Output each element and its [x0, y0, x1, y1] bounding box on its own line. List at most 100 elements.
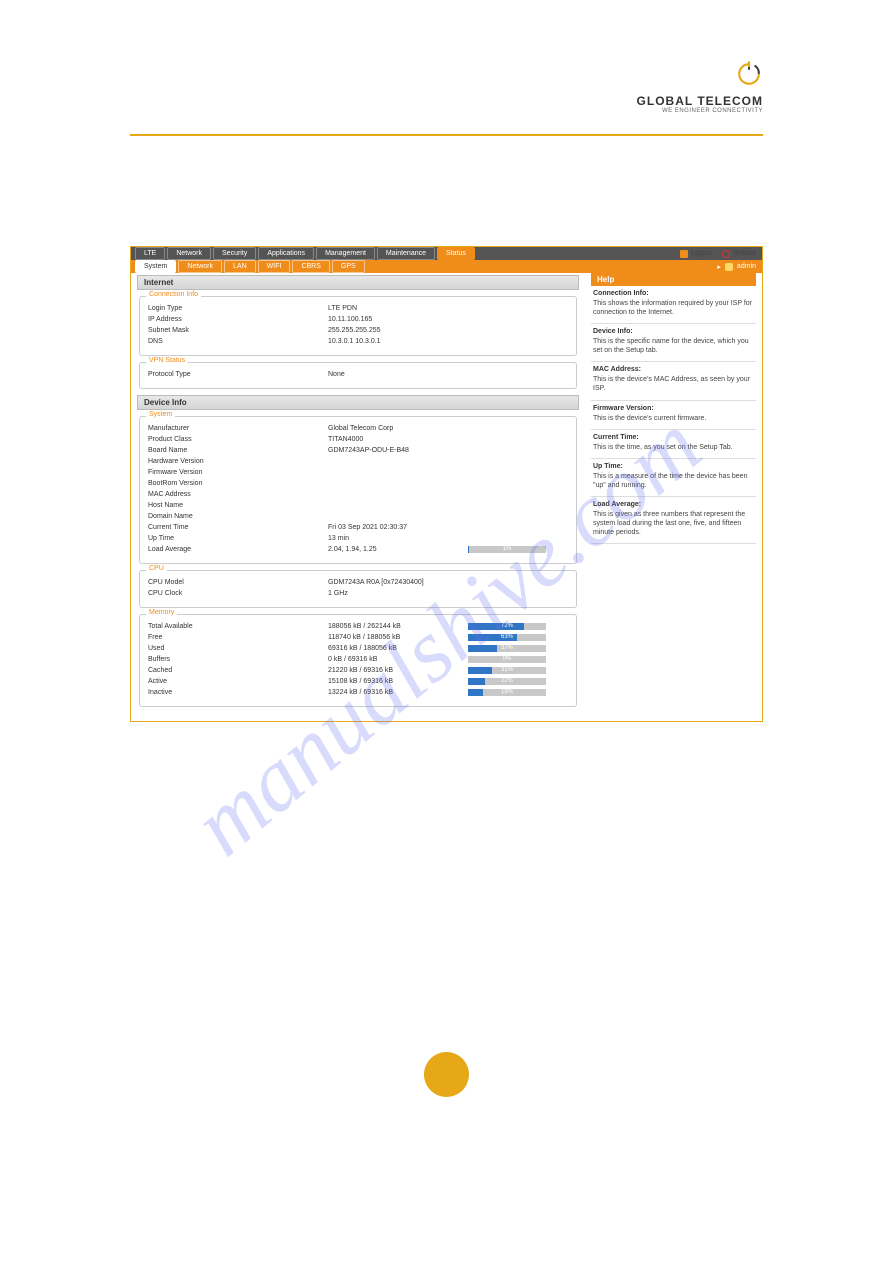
info-label: Product Class [148, 436, 328, 443]
logout-label: Logout [691, 250, 712, 257]
info-label: Manufacturer [148, 425, 328, 432]
info-value: 1 GHz [328, 590, 468, 597]
brand-logo-icon [130, 60, 763, 90]
info-row: Load Average2.04, 1.94, 1.251% [148, 544, 568, 555]
sub-tab-lan[interactable]: LAN [224, 260, 256, 273]
help-block-title: Up Time: [593, 463, 754, 470]
info-value: 10.3.0.1 10.3.0.1 [328, 338, 468, 345]
main-tab-network[interactable]: Network [167, 247, 211, 260]
info-value: 13224 kB / 69316 kB [328, 689, 468, 696]
sub-tab-system[interactable]: System [135, 260, 176, 273]
user-arrow: ▸ [717, 263, 721, 271]
fieldset-system: System ManufacturerGlobal Telecom CorpPr… [139, 416, 577, 564]
info-row: Hardware Version [148, 456, 568, 467]
info-value: TITAN4000 [328, 436, 468, 443]
help-block: MAC Address:This is the device's MAC Add… [591, 362, 756, 400]
legend-system: System [146, 411, 175, 418]
info-value: GDM7243A R0A [0x72430400] [328, 579, 468, 586]
info-value: 188056 kB / 262144 kB [328, 623, 468, 630]
info-label: Used [148, 645, 328, 652]
info-label: Free [148, 634, 328, 641]
info-row: DNS10.3.0.1 10.3.0.1 [148, 336, 568, 347]
info-row: MAC Address [148, 489, 568, 500]
info-label: Active [148, 678, 328, 685]
help-block: Connection Info:This shows the informati… [591, 286, 756, 324]
main-tab-lte[interactable]: LTE [135, 247, 165, 260]
main-tab-maintenance[interactable]: Maintenance [377, 247, 435, 260]
info-label: Protocol Type [148, 371, 328, 378]
section-header-device-info: Device Info [137, 395, 579, 410]
main-tab-applications[interactable]: Applications [258, 247, 314, 260]
info-label: IP Address [148, 316, 328, 323]
logout-button[interactable]: Logout [680, 250, 712, 258]
progress-bar: 22% [468, 678, 568, 685]
help-block: Up Time: This is a measure of the time th… [591, 459, 756, 497]
info-label: MAC Address [148, 491, 328, 498]
info-row: Board NameGDM7243AP-ODU-E-B48 [148, 445, 568, 456]
info-label: Host Name [148, 502, 328, 509]
main-tab-security[interactable]: Security [213, 247, 256, 260]
reboot-button[interactable]: Reboot [722, 250, 756, 258]
legend-connection-info: Connection Info [146, 291, 201, 298]
info-value: 15108 kB / 69316 kB [328, 678, 468, 685]
help-block-text: This is the device's MAC Address, as see… [593, 375, 754, 393]
info-value [328, 513, 468, 520]
info-row: Active15108 kB / 69316 kB22% [148, 676, 568, 687]
info-value [328, 458, 468, 465]
info-value: 10.11.100.165 [328, 316, 468, 323]
info-label: CPU Clock [148, 590, 328, 597]
info-label: Firmware Version [148, 469, 328, 476]
fieldset-connection-info: Connection Info Login TypeLTE PDNIP Addr… [139, 296, 577, 356]
sub-tab-gps[interactable]: GPS [332, 260, 365, 273]
progress-bar: 37% [468, 645, 568, 652]
brand-name: GLOBAL TELECOM [130, 94, 763, 108]
help-block-title: Connection Info: [593, 290, 754, 297]
info-value: Fri 03 Sep 2021 02:30:37 [328, 524, 468, 531]
help-header: Help [591, 273, 756, 286]
help-block-text: This is the time, as you set on the Setu… [593, 443, 754, 452]
sub-tab-wifi[interactable]: WIFI [258, 260, 291, 273]
help-block-text: This is a measure of the time the device… [593, 472, 754, 490]
info-label: Load Average [148, 546, 328, 553]
info-label: Domain Name [148, 513, 328, 520]
reboot-label: Reboot [733, 250, 756, 257]
help-block: Device Info: This is the specific name fo… [591, 324, 756, 362]
info-value: Global Telecom Corp [328, 425, 468, 432]
user-menu[interactable]: ▸ admin [717, 260, 756, 273]
info-row: Total Available188056 kB / 262144 kB72% [148, 621, 568, 632]
info-label: Cached [148, 667, 328, 674]
info-label: Hardware Version [148, 458, 328, 465]
info-value: 0 kB / 69316 kB [328, 656, 468, 663]
info-label: Inactive [148, 689, 328, 696]
page-indicator-circle [424, 1052, 469, 1097]
progress-bar: 19% [468, 689, 568, 696]
main-tab-status[interactable]: Status [437, 247, 475, 260]
info-value [328, 491, 468, 498]
legend-vpn-status: VPN Status [146, 357, 188, 364]
info-label: Subnet Mask [148, 327, 328, 334]
help-block-text: This is given as three numbers that repr… [593, 510, 754, 537]
info-label: Current Time [148, 524, 328, 531]
info-value [328, 502, 468, 509]
brand-tagline: WE ENGINEER CONNECTIVITY [130, 108, 763, 114]
info-value: 255.255.255.255 [328, 327, 468, 334]
help-block: Firmware Version:This is the device's cu… [591, 401, 756, 430]
section-header-internet: Internet [137, 275, 579, 290]
help-block-title: Device Info: [593, 328, 754, 335]
help-block-title: Firmware Version: [593, 405, 754, 412]
sub-tab-network[interactable]: Network [178, 260, 222, 273]
main-tab-management[interactable]: Management [316, 247, 375, 260]
info-row: Firmware Version [148, 467, 568, 478]
info-value: 13 min [328, 535, 468, 542]
help-block-text: This is the specific name for the device… [593, 337, 754, 355]
sub-tab-cbrs[interactable]: CBRS [292, 260, 329, 273]
info-row: CPU Clock1 GHz [148, 588, 568, 599]
progress-bar: 63% [468, 634, 568, 641]
info-label: Up Time [148, 535, 328, 542]
legend-cpu: CPU [146, 565, 167, 572]
divider [130, 134, 763, 136]
progress-bar: 1% [468, 546, 568, 553]
info-row: Login TypeLTE PDN [148, 303, 568, 314]
legend-memory: Memory [146, 609, 177, 616]
info-label: Board Name [148, 447, 328, 454]
